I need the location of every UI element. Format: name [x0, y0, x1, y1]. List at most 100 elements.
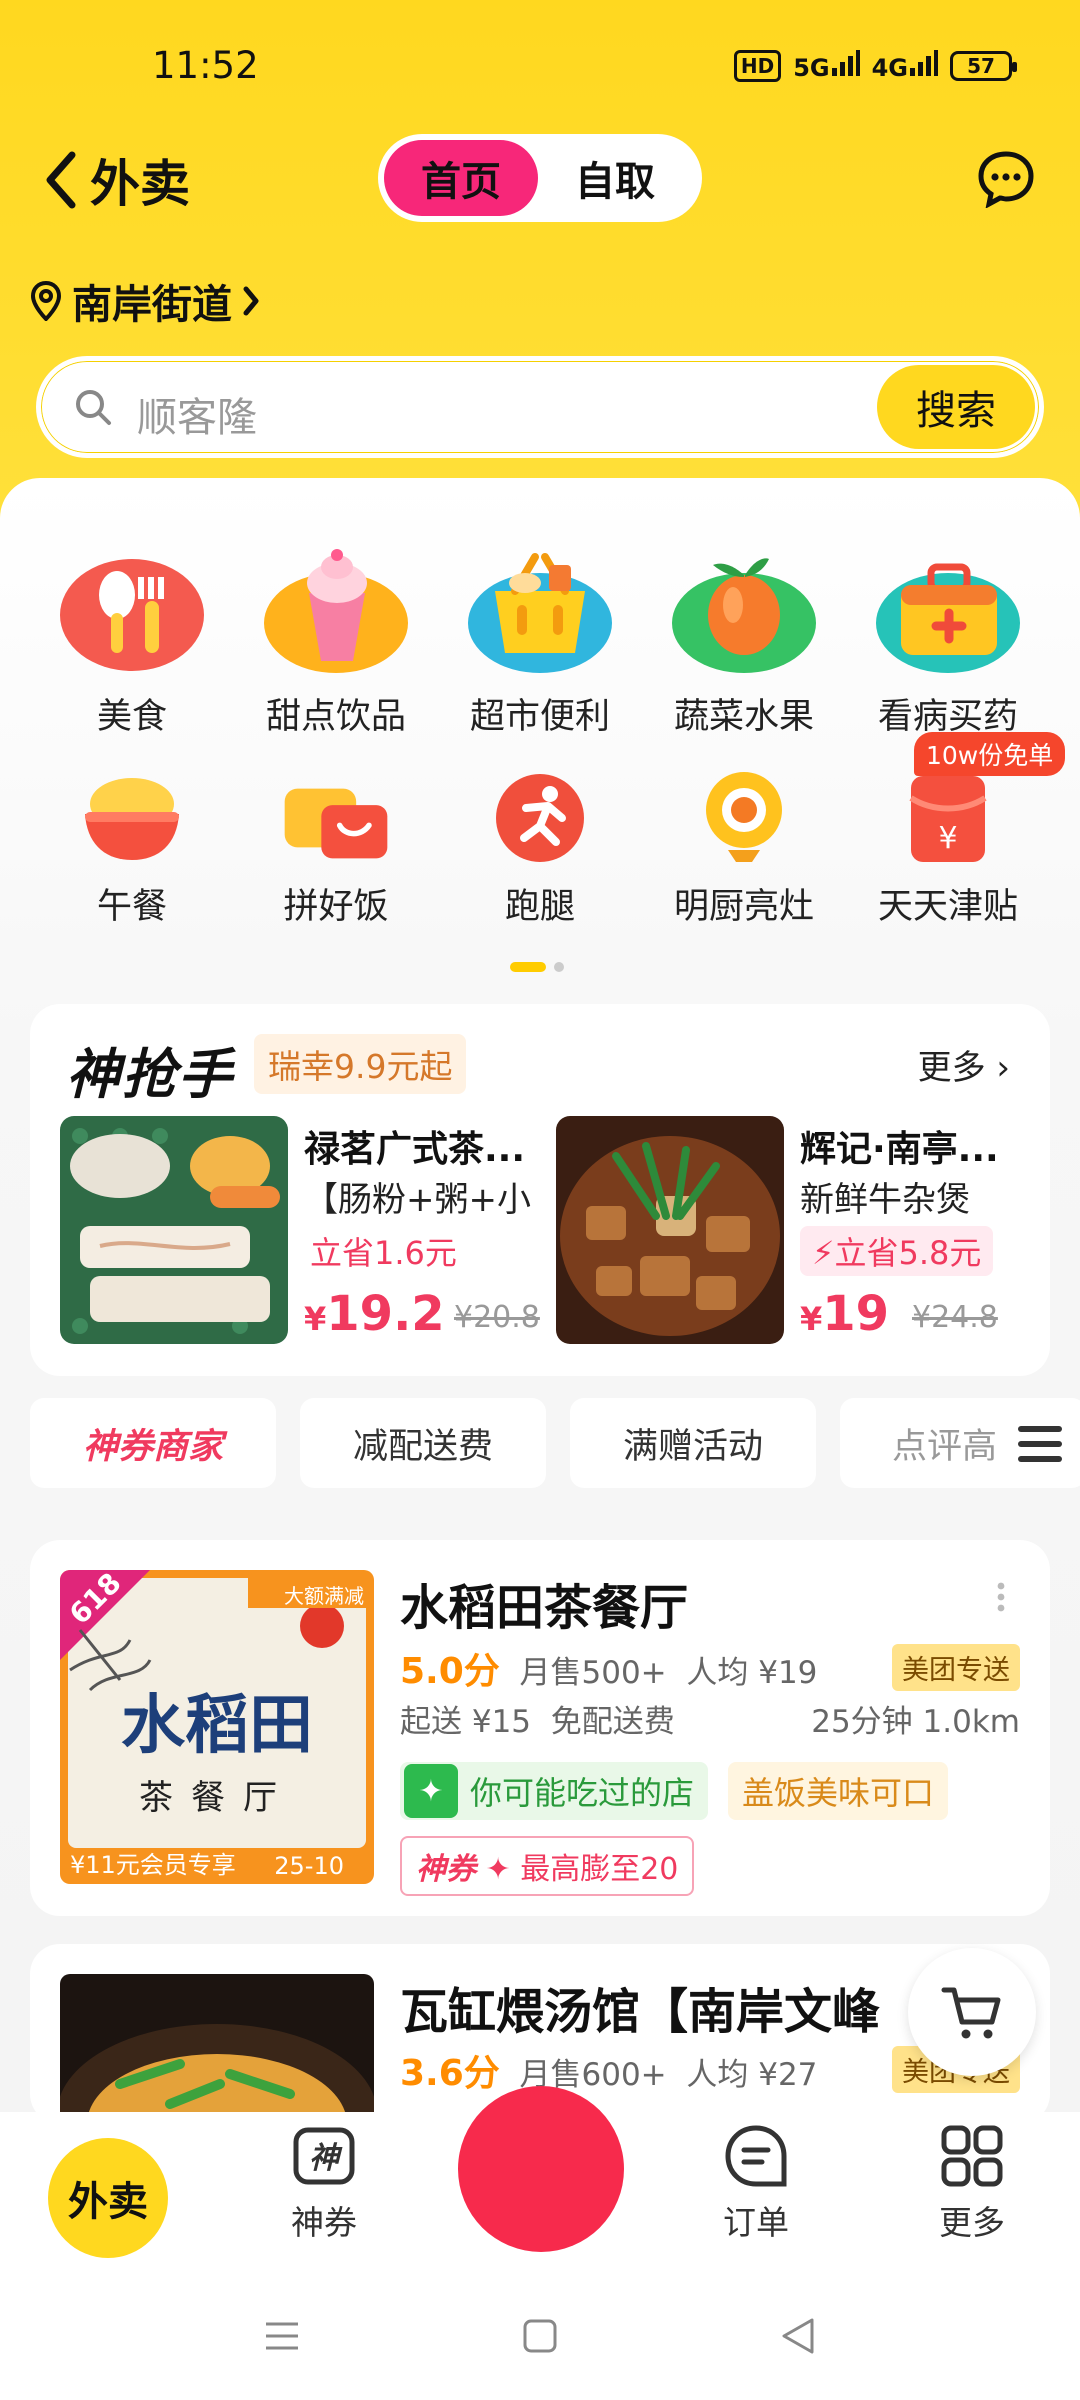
shop-stats: 5.0分 月售500+ 人均 ¥19 — [400, 1651, 818, 1692]
category-fruits-vegetables[interactable]: 蔬菜水果 — [642, 538, 846, 739]
deal-image — [60, 1116, 288, 1344]
category-dessert-drinks[interactable]: 甜点饮品 — [234, 538, 438, 739]
promo-badge: 10w份免单 — [914, 732, 1066, 776]
search-button[interactable]: 搜索 — [877, 365, 1035, 449]
location-selector[interactable]: 南岸街道 — [30, 272, 260, 330]
filter-coupon-merchants[interactable]: 神券商家 — [30, 1398, 276, 1488]
deal-name: 禄茗广式茶... — [304, 1129, 526, 1170]
category-open-kitchen[interactable]: 明厨亮灶 — [642, 768, 846, 929]
shop-name: 瓦缸煨汤馆【南岸文峰 — [400, 1984, 881, 2040]
category-row-1: 美食 甜点饮品 超市便利 蔬菜水果 看病买药 — [0, 538, 1080, 739]
shop-image-footer-2: 25-10 — [274, 1852, 344, 1880]
category-errand[interactable]: 跑腿 — [438, 768, 642, 929]
flash-sale-logo: 神抢手 — [66, 1043, 234, 1106]
tab-pickup[interactable]: 自取 — [538, 140, 692, 216]
menu-icon[interactable] — [1018, 1424, 1062, 1464]
battery-icon: 57 — [950, 51, 1017, 81]
tab-label: 订单 — [723, 2203, 789, 2242]
coupon-icon: 神 — [293, 2127, 355, 2185]
rice-bowl-icon — [77, 768, 187, 868]
bottom-tab-bar: 外卖 神 神券 订单 更多 — [0, 2086, 1080, 2272]
shop-image-subtitle: 茶餐厅 — [139, 1778, 295, 1818]
category-medicine[interactable]: 看病买药 — [846, 538, 1050, 739]
shop-delivery-info: 起送 ¥15 免配送费 — [400, 1704, 675, 1740]
page-indicator — [510, 962, 564, 972]
deal-item[interactable]: 辉记·南亭... 新鲜牛杂煲 ⚡立省5.8元 ¥19 ¥24.8 — [556, 1116, 1036, 1346]
more-options-icon[interactable] — [996, 1582, 1006, 1612]
tab-coupons[interactable]: 神 神券 — [244, 2124, 404, 2244]
fruit-icon — [669, 538, 819, 678]
shopping-basket-icon — [465, 538, 615, 678]
page-title: 外卖 — [90, 155, 190, 213]
category-food[interactable]: 美食 — [30, 538, 234, 739]
shop-image-footer: ¥11元会员专享 — [70, 1851, 236, 1879]
tab-takeout[interactable]: 外卖 — [48, 2138, 168, 2258]
deal-item[interactable]: 禄茗广式茶... 【肠粉+粥+小 立省1.6元 ¥19.2 ¥20.8 — [60, 1116, 540, 1346]
chevron-left-icon — [46, 151, 76, 209]
status-icons: HD 5G 4G 57 — [733, 50, 1017, 82]
hd-icon: HD — [733, 50, 782, 82]
message-icon[interactable] — [976, 148, 1036, 208]
location-label: 南岸街道 — [72, 282, 232, 328]
shop-card[interactable]: 618 大额满减 水稻田 茶餐厅 ¥11元会员专享 25-10 水稻田茶餐厅 5… — [30, 1540, 1050, 1916]
category-label: 明厨亮灶 — [673, 887, 814, 927]
tag-review: 盖饭美味可口 — [728, 1762, 949, 1820]
home-nav-icon[interactable] — [520, 2316, 560, 2356]
svg-text:神: 神 — [309, 2141, 343, 2176]
back-button[interactable]: 外卖 — [44, 144, 190, 216]
search-bar[interactable]: 顺客隆 搜索 — [36, 356, 1044, 458]
flash-more-link[interactable]: 更多 › — [918, 1040, 1010, 1089]
medicine-box-icon — [873, 538, 1023, 678]
filter-reduced-delivery[interactable]: 减配送费 — [300, 1398, 546, 1488]
mode-switch: 首页 自取 — [378, 134, 702, 222]
shop-stats: 3.6分 月售600+ 人均 ¥27 — [400, 2053, 818, 2094]
tab-home[interactable]: 首页 — [384, 140, 538, 216]
tab-more[interactable]: 更多 — [892, 2124, 1052, 2244]
category-label: 美食 — [96, 697, 167, 737]
shop-image-top: 大额满减 — [284, 1584, 364, 1608]
search-icon — [76, 390, 111, 425]
category-label: 跑腿 — [504, 887, 575, 927]
search-placeholder: 顺客隆 — [137, 395, 257, 441]
category-label: 拼好饭 — [283, 887, 389, 927]
category-daily-subsidy[interactable]: 10w份免单 ¥ 天天津贴 — [846, 732, 1066, 929]
category-supermarket[interactable]: 超市便利 — [438, 538, 642, 739]
coupon-tag: 神券 ✦ 最高膨至20 — [400, 1836, 695, 1896]
signal-4g-icon: 4G — [872, 50, 938, 82]
shop-image-title: 水稻田 — [121, 1688, 313, 1763]
flash-sale-tag[interactable]: 瑞幸9.9元起 — [254, 1034, 467, 1094]
deal-original-price: ¥20.8 — [454, 1300, 540, 1335]
deal-price: ¥19.2 — [304, 1286, 445, 1342]
dessert-drink-icon — [261, 538, 411, 678]
flash-sale-card: 神抢手 瑞幸9.9元起 更多 › 禄茗广式茶... 【肠粉+粥+小 立省1.6元… — [30, 1004, 1050, 1376]
deal-original-price: ¥24.8 — [912, 1300, 998, 1335]
filter-gift-promo[interactable]: 满赠活动 — [570, 1398, 816, 1488]
deal-image — [556, 1116, 784, 1344]
camera-icon — [689, 768, 799, 868]
tab-orders[interactable]: 订单 — [676, 2124, 836, 2244]
delivery-badge: 美团专送 — [892, 1644, 1020, 1691]
tag-visited: ✦ 你可能吃过的店 — [400, 1762, 709, 1820]
orders-icon — [725, 2125, 787, 2187]
category-row-2: 午餐 拼好饭 跑腿 明厨亮灶 10w份免单 ¥ 天天津贴 — [0, 732, 1080, 929]
cart-button[interactable] — [908, 1948, 1036, 2076]
deal-saving: 立省1.6元 — [310, 1234, 457, 1272]
page-dot-active — [510, 962, 546, 972]
category-lunch[interactable]: 午餐 — [30, 768, 234, 929]
category-label: 天天津贴 — [877, 887, 1018, 927]
grid-icon — [941, 2125, 1003, 2187]
category-label: 蔬菜水果 — [673, 697, 814, 737]
tab-label: 更多 — [939, 2203, 1005, 2242]
menu-nav-icon[interactable] — [262, 2316, 302, 2356]
deal-desc: 【肠粉+粥+小 — [304, 1180, 531, 1220]
deal-price: ¥19 — [800, 1286, 890, 1342]
category-label: 超市便利 — [469, 697, 610, 737]
category-group-meal[interactable]: 拼好饭 — [234, 768, 438, 929]
status-bar: 11:52 HD 5G 4G 57 — [0, 0, 1080, 130]
location-pin-icon — [30, 281, 62, 321]
category-label: 甜点饮品 — [265, 697, 406, 737]
back-nav-icon[interactable] — [778, 2316, 818, 2356]
page-dot — [554, 962, 564, 972]
flash-icon: ⚡ — [812, 1234, 835, 1272]
center-action-button[interactable] — [458, 2086, 624, 2252]
